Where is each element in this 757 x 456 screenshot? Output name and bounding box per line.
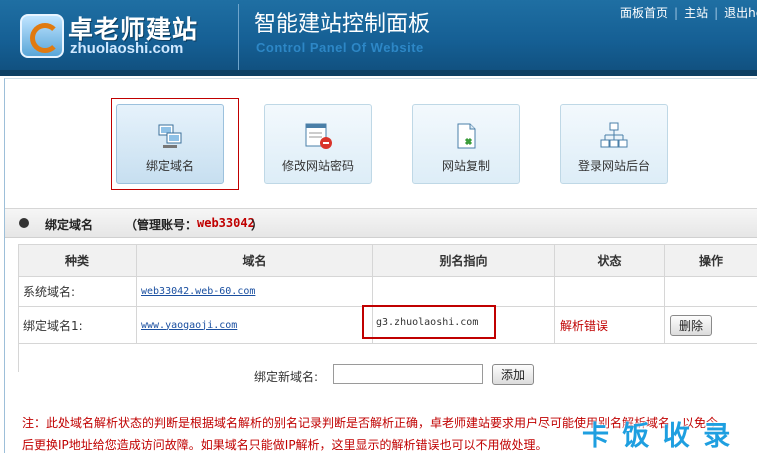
header-divider <box>238 4 239 70</box>
sitemap-icon <box>600 122 628 148</box>
tile-label: 登录网站后台 <box>577 159 650 173</box>
panel-home-link[interactable]: 面板首页 <box>620 6 668 20</box>
row-status: 解析错误 <box>555 307 665 343</box>
delete-button[interactable]: 删除 <box>670 314 713 336</box>
section-header: 绑定域名 （管理账号： web33042 ） <box>5 208 757 238</box>
tile-site-admin-login[interactable]: 登录网站后台 <box>560 104 668 184</box>
account-label: （管理账号： <box>125 218 198 232</box>
table-row: 系统域名: web33042.web-60.com <box>18 277 757 307</box>
page-subtitle: Control Panel Of Website <box>256 40 424 55</box>
row-domain-cell: www.yaogaoji.com <box>137 307 373 343</box>
new-domain-input[interactable] <box>333 364 483 384</box>
logout-link[interactable]: 退出here <box>724 6 757 20</box>
tile-label: 网站复制 <box>441 159 490 173</box>
header-action: 操作 <box>665 244 757 276</box>
add-domain-label: 绑定新域名: <box>254 370 319 384</box>
top-links: 面板首页|主站|退出here <box>620 4 757 21</box>
section-title: 绑定域名 <box>45 218 94 232</box>
header-status: 状态 <box>555 244 665 276</box>
header-alias: 别名指向 <box>373 244 555 276</box>
watermark-logo: 卡 饭 收 录 <box>582 421 733 452</box>
row-type: 绑定域名1: <box>18 307 137 343</box>
logo-english-text: zhuolaoshi.com <box>70 40 184 57</box>
tile-selection-highlight <box>111 98 239 190</box>
tile-label: 修改网站密码 <box>281 159 354 173</box>
site-logo[interactable]: 卓老师建站 zhuolaoshi.com <box>14 8 234 60</box>
header-domain: 域名 <box>137 244 373 276</box>
main-site-link[interactable]: 主站 <box>684 6 708 20</box>
row-status <box>555 277 665 306</box>
row-type: 系统域名: <box>18 277 137 306</box>
row-action-cell: 删除 <box>665 307 757 343</box>
bullet-icon <box>19 218 29 228</box>
row-domain-cell: web33042.web-60.com <box>137 277 373 306</box>
tile-copy-site[interactable]: 网站复制 <box>412 104 520 184</box>
copy-document-icon <box>457 123 476 149</box>
password-form-icon <box>305 123 332 149</box>
row-alias <box>373 277 555 306</box>
bound-domain-link[interactable]: www.yaogaoji.com <box>141 320 237 331</box>
table-header-row: 种类 域名 别名指向 状态 操作 <box>18 244 757 277</box>
add-button[interactable]: 添加 <box>492 364 535 385</box>
logo-e-icon <box>20 14 64 58</box>
header-type: 种类 <box>18 244 137 276</box>
tile-change-password[interactable]: 修改网站密码 <box>264 104 372 184</box>
header-bar: 卓老师建站 zhuolaoshi.com 智能建站控制面板 Control Pa… <box>0 0 757 76</box>
account-label-close: ） <box>251 218 264 232</box>
page-title: 智能建站控制面板 <box>254 12 431 37</box>
system-domain-link[interactable]: web33042.web-60.com <box>141 286 255 297</box>
row-action <box>665 277 757 306</box>
header-bottom-strip <box>0 70 757 76</box>
account-value: web33042 <box>197 216 255 230</box>
alias-value: g3.zhuolaoshi.com <box>376 317 479 328</box>
